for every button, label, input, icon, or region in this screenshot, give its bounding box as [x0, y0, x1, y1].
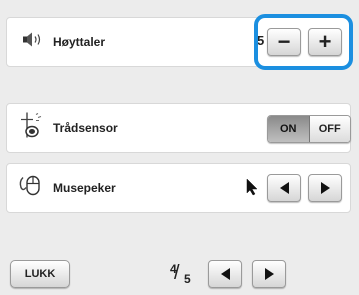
thread-sensor-toggle: ON OFF [267, 115, 351, 143]
page-next-button[interactable] [252, 260, 286, 288]
right-arrow-icon [320, 182, 330, 194]
right-arrow-icon [264, 268, 274, 280]
page-total: 5 [184, 272, 191, 286]
arrow-pointer-icon [246, 178, 258, 201]
thread-sensor-off-button[interactable]: OFF [309, 116, 350, 142]
close-button[interactable]: LUKK [10, 260, 70, 288]
pointer-prev-button[interactable] [267, 174, 301, 202]
mouse-icon [17, 174, 45, 203]
volume-up-button[interactable]: + [308, 28, 342, 56]
left-arrow-icon [279, 182, 289, 194]
mouse-pointer-label: Musepeker [53, 181, 116, 195]
page-prev-button[interactable] [208, 260, 242, 288]
speaker-icon [17, 32, 45, 53]
page-separator: / [174, 262, 180, 284]
thread-sensor-label: Trådsensor [53, 121, 118, 135]
volume-down-button[interactable]: − [267, 28, 301, 56]
speaker-label: Høyttaler [53, 35, 106, 49]
pointer-next-button[interactable] [308, 174, 342, 202]
thread-sensor-on-button[interactable]: ON [268, 116, 310, 142]
left-arrow-icon [220, 268, 230, 280]
thread-spool-icon [17, 112, 45, 145]
settings-panel: Høyttaler 5 − + Trådsensor ON OFF Musepe… [0, 0, 359, 295]
